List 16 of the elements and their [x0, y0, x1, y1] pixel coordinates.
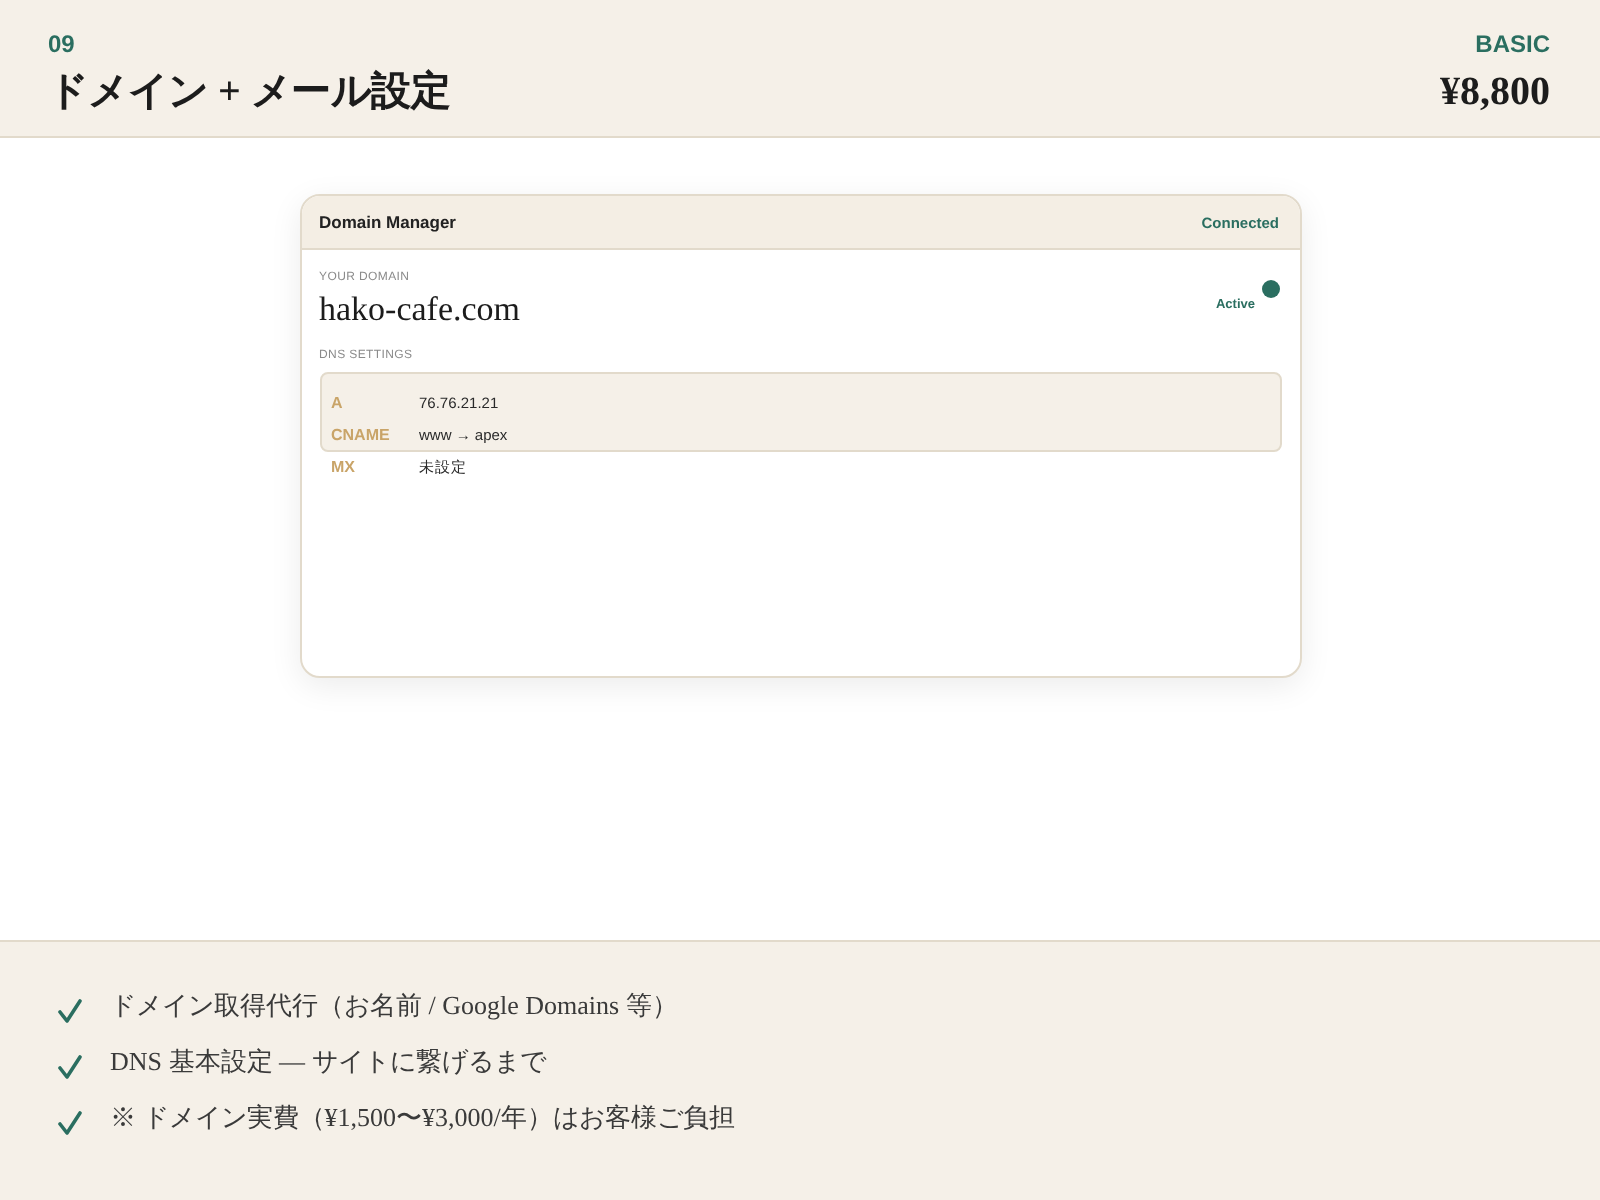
- status-dot-icon: [1261, 280, 1279, 298]
- feature-text: ドメイン取得代行（お名前 / Google Domains 等）: [110, 988, 678, 1024]
- checkmark-icon: [58, 1109, 82, 1135]
- checkmark-icon: [58, 997, 82, 1023]
- plan-tier-label: BASIC: [1475, 30, 1550, 60]
- slide-number: 09: [48, 30, 75, 60]
- plan-price: ¥8,800: [1440, 68, 1550, 118]
- window-title: Domain Manager: [319, 212, 456, 232]
- record-type: CNAME: [331, 425, 390, 443]
- feature-text: DNS 基本設定 — サイトに繋げるまで: [110, 1044, 546, 1080]
- feature-text: ※ ドメイン実費（¥1,500〜¥3,000/年）はお客様ご負担: [110, 1100, 735, 1136]
- domain-name: hako-cafe.com: [319, 290, 521, 330]
- slide-title: ドメイン + メール設定: [48, 67, 451, 118]
- record-type: MX: [331, 457, 355, 475]
- record-type: A: [331, 393, 343, 411]
- checkmark-icon: [58, 1053, 82, 1079]
